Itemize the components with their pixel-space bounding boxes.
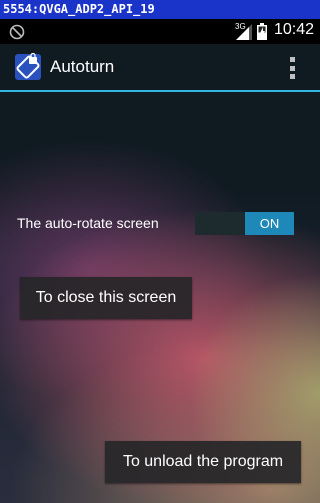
status-clock: 10:42 xyxy=(274,21,315,38)
action-bar: Autoturn xyxy=(0,44,320,92)
unload-program-button[interactable]: To unload the program xyxy=(105,441,301,483)
autorotate-lock-icon[interactable] xyxy=(14,53,42,81)
toggle-state-on: ON xyxy=(245,212,294,235)
signal-strength-icon xyxy=(236,24,252,40)
emulator-title-bar: 5554:QVGA_ADP2_API_19 xyxy=(0,0,320,19)
status-bar: 3G 10:42 xyxy=(0,19,320,44)
close-screen-button[interactable]: To close this screen xyxy=(20,277,192,319)
battery-icon xyxy=(257,23,267,40)
auto-rotate-toggle[interactable]: ON xyxy=(195,212,294,235)
auto-rotate-setting-row: The auto-rotate screen ON xyxy=(0,209,320,241)
device-screen: 3G 10:42 Autoturn The auto-rotate screen… xyxy=(0,19,320,503)
auto-rotate-label: The auto-rotate screen xyxy=(17,215,159,231)
app-title: Autoturn xyxy=(50,57,115,76)
no-sync-icon xyxy=(9,24,25,40)
overflow-menu-icon[interactable] xyxy=(287,55,297,81)
